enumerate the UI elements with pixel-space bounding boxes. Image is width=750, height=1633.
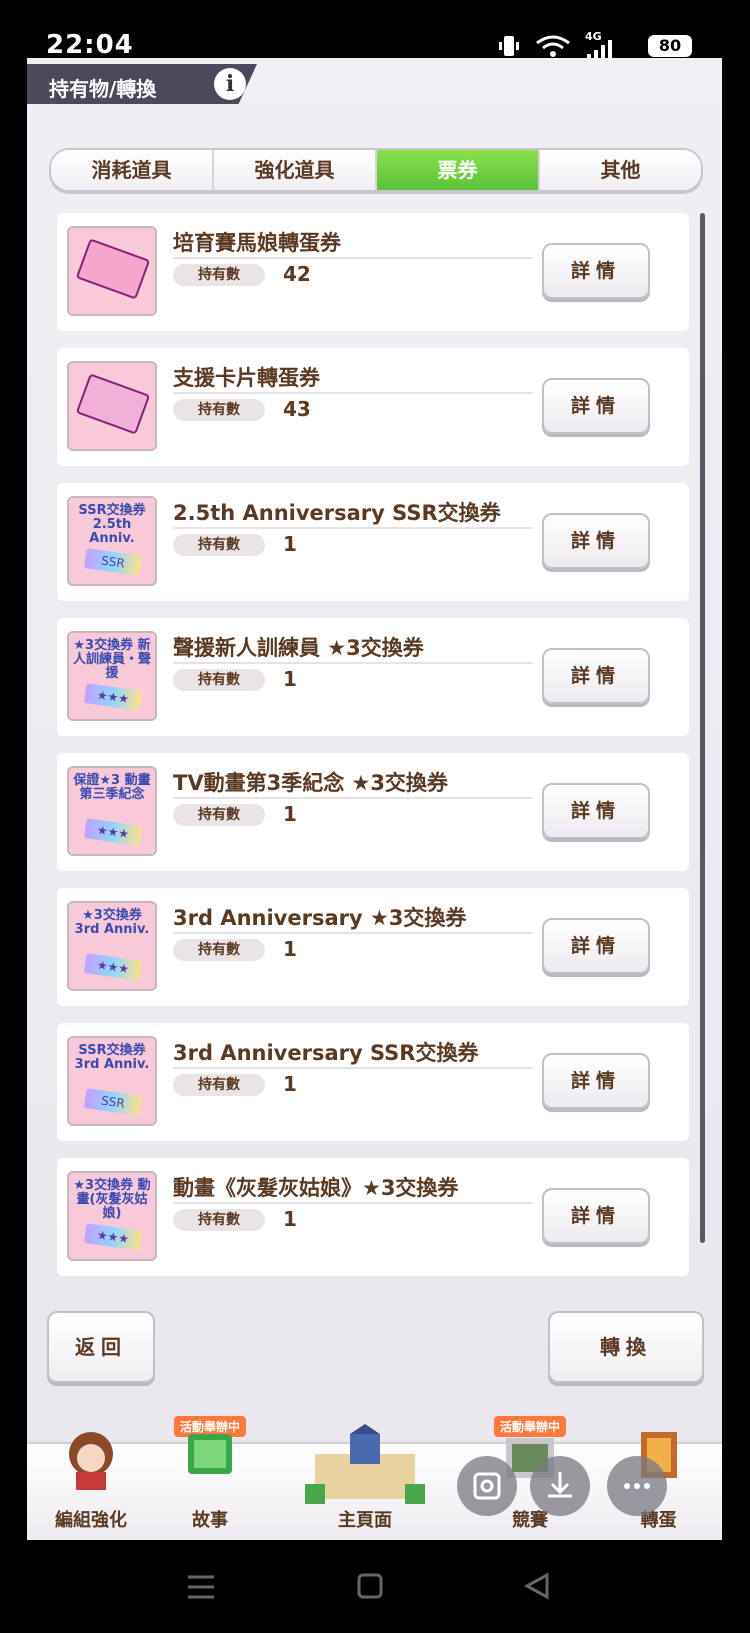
- detail-button[interactable]: 詳情: [542, 918, 650, 974]
- vibrate-icon: [499, 36, 519, 56]
- thumb-label: ★3交換券 新人訓練員・聲援: [72, 638, 151, 681]
- home-building-icon: [305, 1424, 425, 1504]
- owned-label: 持有數: [173, 939, 265, 961]
- nav-team-enhance[interactable]: 編組強化: [27, 1432, 155, 1540]
- owned-count: 1: [283, 667, 297, 691]
- ticket-icon: [67, 361, 157, 451]
- character-icon: [69, 1432, 113, 1490]
- page-title: 持有物/轉換: [49, 77, 157, 101]
- wifi-icon: [536, 35, 570, 57]
- list-item: SSR交換券 3rd Anniv. SSR 3rd Anniversary SS…: [57, 1023, 689, 1141]
- list-item: ★3交換券 新人訓練員・聲援 ★★★ 聲援新人訓練員 ★3交換券 持有數 1 詳…: [57, 618, 689, 736]
- lens-search-button[interactable]: [457, 1456, 517, 1516]
- lens-search-icon: [473, 1472, 501, 1500]
- owned-label: 持有數: [173, 1209, 265, 1231]
- owned-label: 持有數: [173, 1074, 265, 1096]
- owned-label: 持有數: [173, 264, 265, 286]
- back-icon[interactable]: [523, 1572, 551, 1600]
- star-ticket-icon: 保證★3 動畫第三季紀念 ★★★: [67, 766, 157, 856]
- list-item: 支援卡片轉蛋券 持有數 43 詳情: [57, 348, 689, 466]
- owned-count: 1: [283, 532, 297, 556]
- detail-button[interactable]: 詳情: [542, 1053, 650, 1109]
- list-item: SSR交換券 2.5th Anniv. SSR 2.5th Anniversar…: [57, 483, 689, 601]
- item-name: 動畫《灰髮灰姑娘》★3交換券: [173, 1176, 459, 1200]
- list-item: ★3交換券 動畫(灰髮灰姑娘) ★★★ 動畫《灰髮灰姑娘》★3交換券 持有數 1…: [57, 1158, 689, 1276]
- back-button[interactable]: 返回: [47, 1311, 155, 1383]
- download-button[interactable]: [530, 1456, 590, 1516]
- detail-button[interactable]: 詳情: [542, 1188, 650, 1244]
- item-name: 聲援新人訓練員 ★3交換券: [173, 636, 424, 660]
- owned-count: 1: [283, 1207, 297, 1231]
- ticket-list: 培育賽馬娘轉蛋券 持有數 42 詳情 支援卡片轉蛋券 持有數 43 詳情 SSR…: [57, 208, 689, 1338]
- list-scrollbar[interactable]: [700, 213, 705, 1243]
- owned-label: 持有數: [173, 399, 265, 421]
- tab-consumables[interactable]: 消耗道具: [51, 150, 214, 190]
- detail-button[interactable]: 詳情: [542, 378, 650, 434]
- owned-count: 1: [283, 937, 297, 961]
- convert-button[interactable]: 轉換: [548, 1311, 704, 1383]
- thumb-label: ★3交換券 3rd Anniv.: [74, 908, 150, 937]
- detail-button[interactable]: 詳情: [542, 513, 650, 569]
- app-window: 持有物/轉換 i 消耗道具 強化道具 票券 其他 培育賽馬娘轉蛋券 持有數 42…: [27, 58, 722, 1540]
- star-ticket-icon: ★3交換券 動畫(灰髮灰姑娘) ★★★: [67, 1171, 157, 1261]
- star-ticket-icon: ★3交換券 新人訓練員・聲援 ★★★: [67, 631, 157, 721]
- status-bar: 22:04 4G 80: [0, 0, 750, 60]
- detail-button[interactable]: 詳情: [542, 783, 650, 839]
- owned-count: 43: [283, 397, 311, 421]
- owned-count: 1: [283, 802, 297, 826]
- book-icon: [188, 1434, 232, 1474]
- owned-count: 1: [283, 1072, 297, 1096]
- owned-label: 持有數: [173, 534, 265, 556]
- thumb-label: ★3交換券 動畫(灰髮灰姑娘): [73, 1178, 151, 1221]
- nav-label: 主頁面: [338, 1510, 392, 1531]
- item-name: 支援卡片轉蛋券: [173, 366, 320, 390]
- item-name: 2.5th Anniversary SSR交換券: [173, 501, 501, 525]
- tab-others[interactable]: 其他: [540, 150, 701, 190]
- nav-label: 故事: [192, 1510, 228, 1531]
- thumb-label: SSR交換券 3rd Anniv.: [74, 1043, 150, 1072]
- nav-home[interactable]: 主頁面: [265, 1424, 465, 1540]
- nav-label: 編組強化: [55, 1510, 127, 1531]
- owned-label: 持有數: [173, 804, 265, 826]
- owned-count: 42: [283, 262, 311, 286]
- status-time: 22:04: [46, 30, 134, 60]
- list-item: 保證★3 動畫第三季紀念 ★★★ TV動畫第3季紀念 ★3交換券 持有數 1 詳…: [57, 753, 689, 871]
- owned-label: 持有數: [173, 669, 265, 691]
- ssr-ticket-icon: SSR交換券 2.5th Anniv. SSR: [67, 496, 157, 586]
- item-name: 3rd Anniversary ★3交換券: [173, 906, 467, 930]
- recents-icon[interactable]: [186, 1574, 216, 1600]
- detail-button[interactable]: 詳情: [542, 648, 650, 704]
- tab-tickets[interactable]: 票券: [377, 150, 540, 190]
- list-item: ★3交換券 3rd Anniv. ★★★ 3rd Anniversary ★3交…: [57, 888, 689, 1006]
- detail-button[interactable]: 詳情: [542, 243, 650, 299]
- info-button[interactable]: i: [214, 68, 246, 100]
- item-name: 培育賽馬娘轉蛋券: [173, 231, 341, 255]
- thumb-label: SSR交換券 2.5th Anniv.: [78, 503, 146, 546]
- signal-icon: [587, 40, 612, 60]
- ticket-icon: [67, 226, 157, 316]
- item-name: 3rd Anniversary SSR交換券: [173, 1041, 479, 1065]
- download-icon: [548, 1472, 572, 1498]
- more-button[interactable]: [607, 1456, 667, 1516]
- thumb-label: 保證★3 動畫第三季紀念: [73, 773, 151, 802]
- system-nav-bar: [0, 1540, 750, 1633]
- battery-icon: 80: [648, 35, 692, 57]
- star-ticket-icon: ★3交換券 3rd Anniv. ★★★: [67, 901, 157, 991]
- item-name: TV動畫第3季紀念 ★3交換券: [173, 771, 448, 795]
- home-icon[interactable]: [356, 1572, 384, 1600]
- tab-enhancement[interactable]: 強化道具: [214, 150, 377, 190]
- more-icon: [624, 1483, 650, 1489]
- list-item: 培育賽馬娘轉蛋券 持有數 42 詳情: [57, 213, 689, 331]
- category-tabs: 消耗道具 強化道具 票券 其他: [49, 148, 703, 192]
- nav-story[interactable]: 活動舉辦中 故事: [155, 1416, 265, 1540]
- ssr-ticket-icon: SSR交換券 3rd Anniv. SSR: [67, 1036, 157, 1126]
